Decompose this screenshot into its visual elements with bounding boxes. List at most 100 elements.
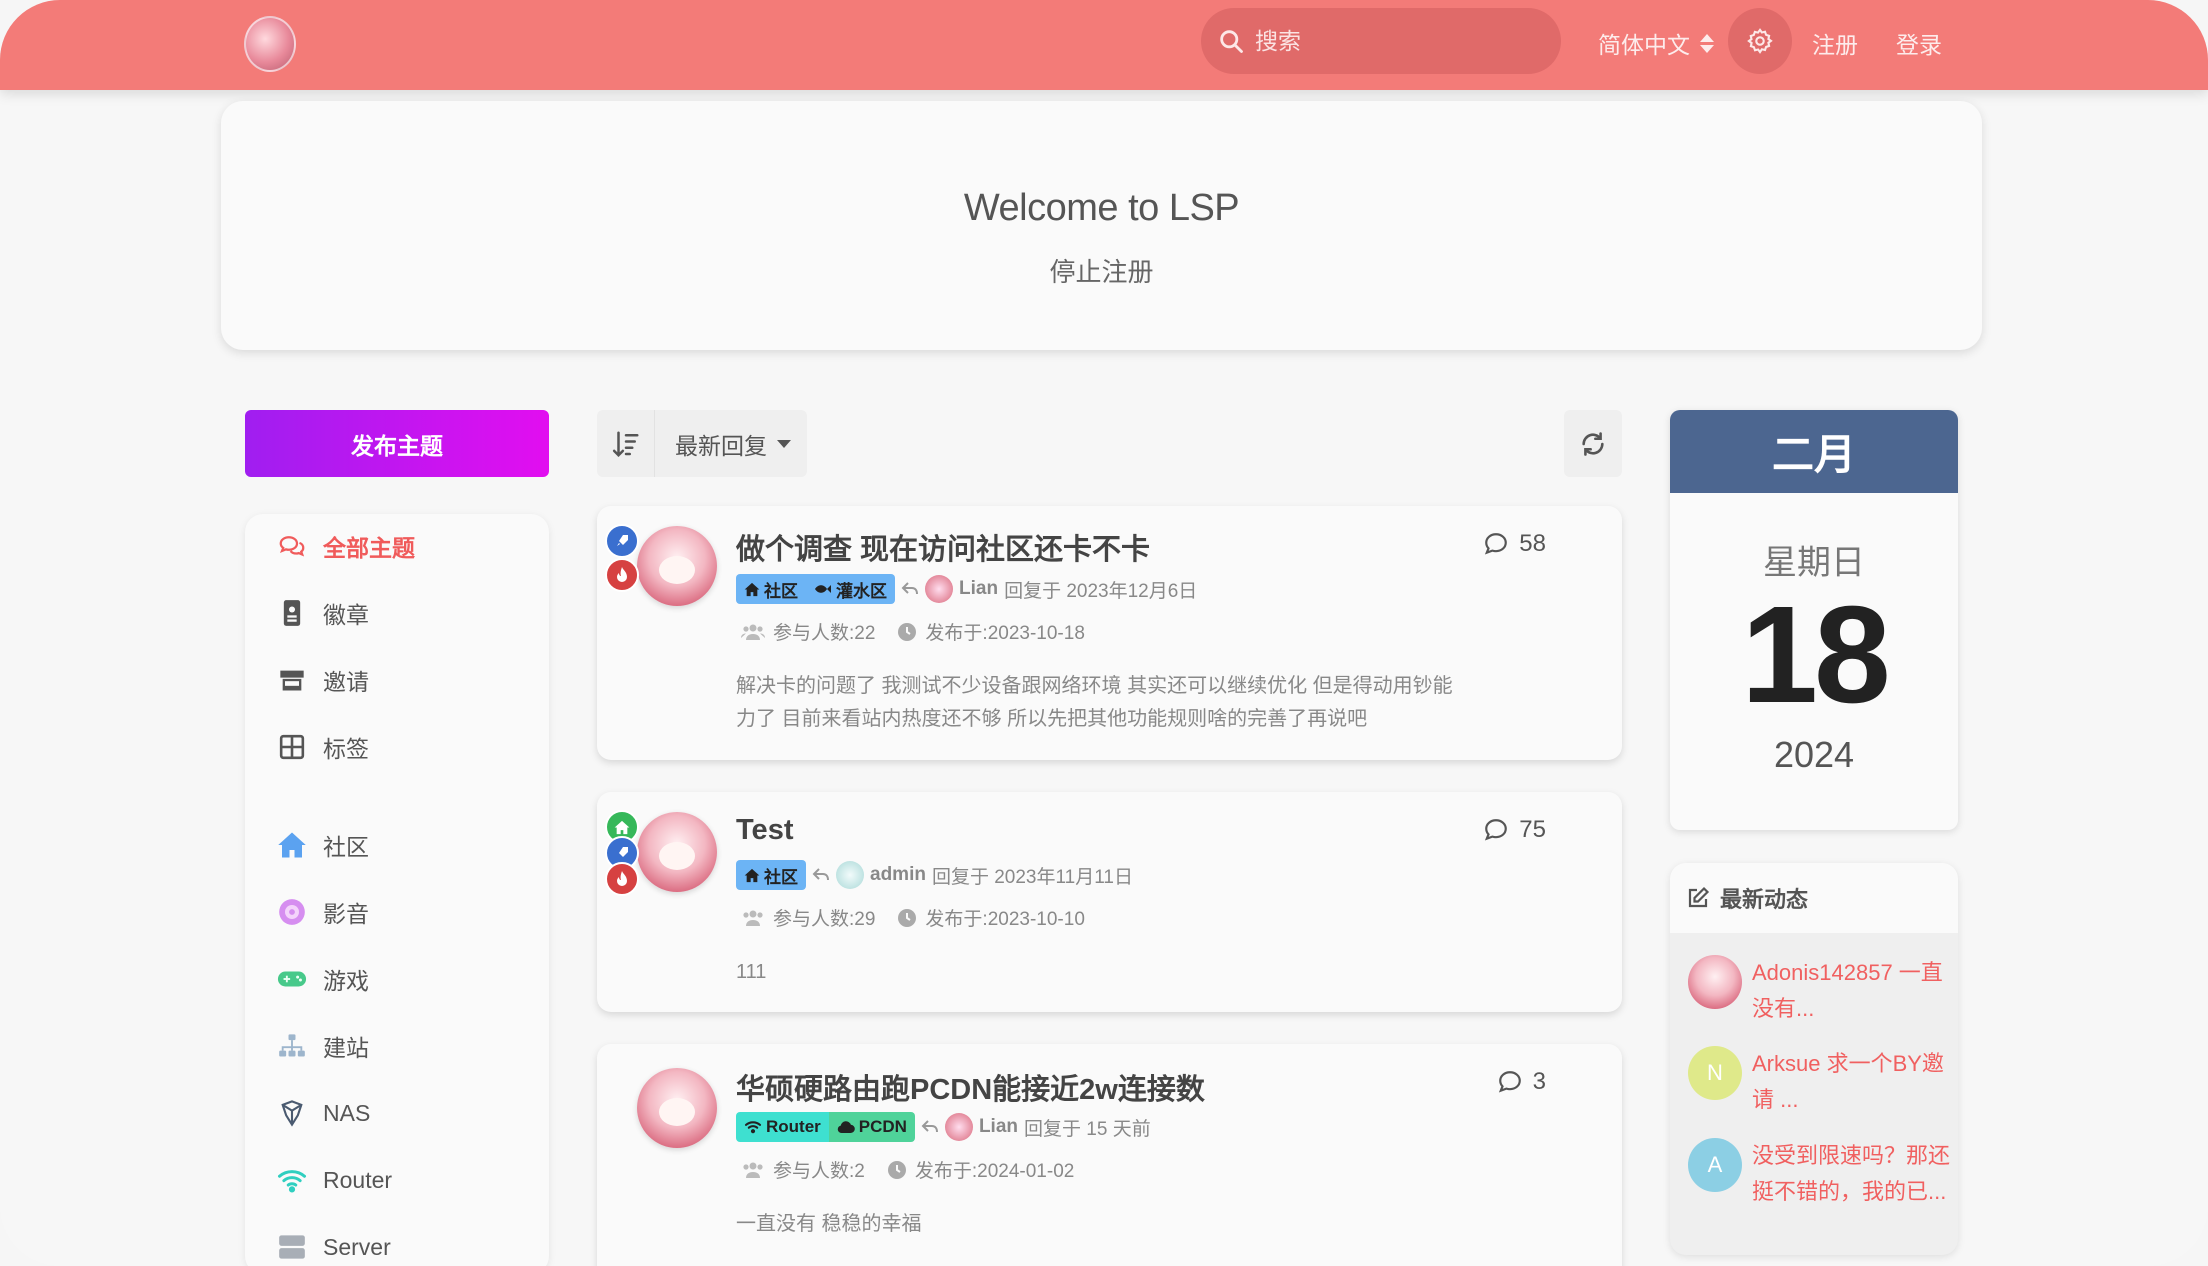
author-avatar[interactable] bbox=[637, 1068, 717, 1148]
sort-control: 最新回复 bbox=[597, 410, 807, 477]
site-logo[interactable] bbox=[244, 16, 296, 72]
language-select[interactable]: 简体中文 bbox=[1598, 26, 1714, 60]
discussion-meta: 社区 admin 回复于 2023年11月11日 bbox=[736, 860, 1133, 890]
users-icon bbox=[741, 624, 765, 640]
home-icon bbox=[744, 582, 760, 596]
discussion-title[interactable]: 华硕硬路由跑PCDN能接近2w连接数 bbox=[736, 1066, 1205, 1108]
activity-avatar[interactable] bbox=[1688, 955, 1742, 1009]
discussion-title[interactable]: Test bbox=[736, 814, 793, 847]
reply-count: 75 bbox=[1483, 816, 1546, 844]
home-icon bbox=[744, 868, 760, 882]
discussion-meta: 社区 灌水区 Lian 回复于 2023年12月6日 bbox=[736, 574, 1197, 604]
sidebar-item-label: 建站 bbox=[323, 1035, 369, 1061]
calendar-day: 18 bbox=[1741, 578, 1891, 732]
comments-icon bbox=[277, 531, 307, 561]
refresh-button[interactable] bbox=[1564, 410, 1622, 477]
discussion-title[interactable]: 做个调查 现在访问社区还卡不卡 bbox=[736, 526, 1150, 568]
register-link[interactable]: 注册 bbox=[1812, 26, 1858, 60]
tag-router[interactable]: Router bbox=[736, 1112, 829, 1142]
calendar-year: 2024 bbox=[1773, 734, 1855, 775]
users-icon bbox=[743, 1162, 763, 1178]
sort-dropdown[interactable]: 最新回复 bbox=[655, 427, 791, 461]
users-icon bbox=[743, 910, 763, 926]
last-reply-avatar[interactable] bbox=[836, 861, 864, 889]
discussion-card[interactable]: 做个调查 现在访问社区还卡不卡 58 社区 灌水区 Lian 回复于 2023年… bbox=[597, 506, 1622, 760]
sidebar-item-media[interactable]: 影音 bbox=[277, 892, 369, 932]
sidebar-item-games[interactable]: 游戏 bbox=[277, 959, 369, 999]
wifi-icon bbox=[744, 1121, 762, 1134]
cloud-icon bbox=[837, 1121, 855, 1134]
sidebar-item-nas[interactable]: NAS bbox=[277, 1093, 370, 1133]
activity-text[interactable]: Adonis142857 一直没有... bbox=[1752, 955, 1952, 1027]
grid-icon bbox=[277, 732, 307, 762]
tag-pcdn[interactable]: PCDN bbox=[828, 1112, 915, 1142]
author-avatar[interactable] bbox=[637, 526, 717, 606]
last-reply-time: 回复于 2023年12月6日 bbox=[1004, 580, 1198, 602]
refresh-icon bbox=[1582, 431, 1604, 456]
sidebar-item-server[interactable]: Server bbox=[277, 1227, 391, 1266]
calendar-weekday: 星期日 bbox=[1763, 544, 1865, 582]
sidebar-item-invite[interactable]: 邀请 bbox=[277, 660, 369, 700]
activity-text[interactable]: Arksue 求一个BY邀请 ... bbox=[1752, 1046, 1952, 1118]
activity-avatar[interactable]: N bbox=[1688, 1046, 1742, 1100]
language-label: 简体中文 bbox=[1598, 32, 1690, 58]
discussion-stats: 参与人数:22 发布于:2023-10-18 bbox=[741, 618, 1085, 645]
activity-item[interactable]: A 没受到限速吗？那还挺不错的，我的已... bbox=[1688, 1138, 1952, 1210]
gear-icon bbox=[1747, 28, 1773, 54]
sidebar-item-site-building[interactable]: 建站 bbox=[277, 1026, 369, 1066]
sidebar-item-tags[interactable]: 标签 bbox=[277, 727, 369, 767]
discussion-stats: 参与人数:29 发布于:2023-10-10 bbox=[741, 904, 1085, 931]
settings-button[interactable] bbox=[1728, 8, 1792, 74]
search-icon bbox=[1220, 30, 1243, 53]
sidebar-item-community[interactable]: 社区 bbox=[277, 825, 369, 865]
sort-order-button[interactable] bbox=[597, 410, 655, 477]
clock-icon bbox=[898, 622, 917, 641]
sidebar-item-all-topics[interactable]: 全部主题 bbox=[277, 526, 415, 566]
search-box[interactable] bbox=[1201, 8, 1561, 74]
last-reply-avatar[interactable] bbox=[944, 1113, 973, 1141]
sidebar-item-router[interactable]: Router bbox=[277, 1160, 392, 1200]
comment-icon bbox=[1485, 533, 1508, 555]
sort-arrows-icon bbox=[1700, 33, 1714, 53]
tag-community[interactable]: 社区 bbox=[736, 574, 806, 604]
activity-text[interactable]: 没受到限速吗？那还挺不错的，我的已... bbox=[1752, 1138, 1952, 1210]
discussion-meta: Router PCDN Lian 回复于 15 天前 bbox=[736, 1112, 1151, 1142]
discussion-card[interactable]: Test 75 社区 admin 回复于 2023年11月11日 参与人数:29… bbox=[597, 792, 1622, 1012]
sidebar-item-label: Router bbox=[323, 1166, 393, 1193]
last-reply-user[interactable]: Lian bbox=[959, 578, 998, 600]
last-reply-avatar[interactable] bbox=[925, 575, 953, 603]
clock-icon bbox=[887, 1160, 906, 1179]
calendar-widget: 二月 星期日 18 2024 bbox=[1670, 410, 1958, 830]
last-reply-user[interactable]: admin bbox=[870, 864, 926, 886]
discussion-excerpt: 一直没有 稳稳的幸福 bbox=[736, 1213, 922, 1235]
discussion-card[interactable]: 华硕硬路由跑PCDN能接近2w连接数 3 Router PCDN Lian 回复… bbox=[597, 1044, 1622, 1266]
search-input[interactable] bbox=[1255, 27, 1535, 55]
sidebar-item-label: 游戏 bbox=[323, 968, 369, 994]
sidebar-item-label: 全部主题 bbox=[323, 535, 415, 561]
activity-avatar[interactable]: A bbox=[1688, 1138, 1742, 1192]
login-link[interactable]: 登录 bbox=[1896, 26, 1942, 60]
top-header: 简体中文 注册 登录 bbox=[0, 0, 2208, 90]
comment-icon bbox=[1485, 819, 1508, 841]
activity-header: 最新动态 bbox=[1670, 863, 1958, 933]
server-icon bbox=[277, 1232, 307, 1262]
fire-badge-icon bbox=[605, 862, 639, 896]
discussion-excerpt: 解决卡的问题了 我测试不少设备跟网络环境 其实还可以继续优化 但是得动用钞能力了… bbox=[736, 675, 1453, 730]
activity-item[interactable]: Adonis142857 一直没有... bbox=[1688, 955, 1952, 1027]
tag-water[interactable]: 灌水区 bbox=[806, 574, 895, 604]
tag-community[interactable]: 社区 bbox=[736, 860, 806, 890]
activity-item[interactable]: N Arksue 求一个BY邀请 ... bbox=[1688, 1046, 1952, 1118]
comment-icon bbox=[1498, 1071, 1521, 1093]
sidebar-item-label: 社区 bbox=[323, 834, 369, 860]
wifi-icon bbox=[277, 1165, 307, 1195]
reply-arrow-icon bbox=[901, 582, 918, 595]
fish-icon bbox=[815, 585, 831, 593]
app-frame: 简体中文 注册 登录 Welcome to LSP 停止注册 发布主题 全部主题 bbox=[0, 0, 2208, 1266]
new-topic-button[interactable]: 发布主题 bbox=[245, 410, 549, 477]
last-reply-time: 回复于 15 天前 bbox=[1024, 1118, 1151, 1140]
sidebar-item-badges[interactable]: 徽章 bbox=[277, 593, 369, 633]
author-avatar[interactable] bbox=[637, 812, 717, 892]
sidebar-item-label: 标签 bbox=[323, 736, 369, 762]
last-reply-user[interactable]: Lian bbox=[979, 1116, 1018, 1138]
welcome-banner: Welcome to LSP 停止注册 bbox=[221, 101, 1982, 350]
